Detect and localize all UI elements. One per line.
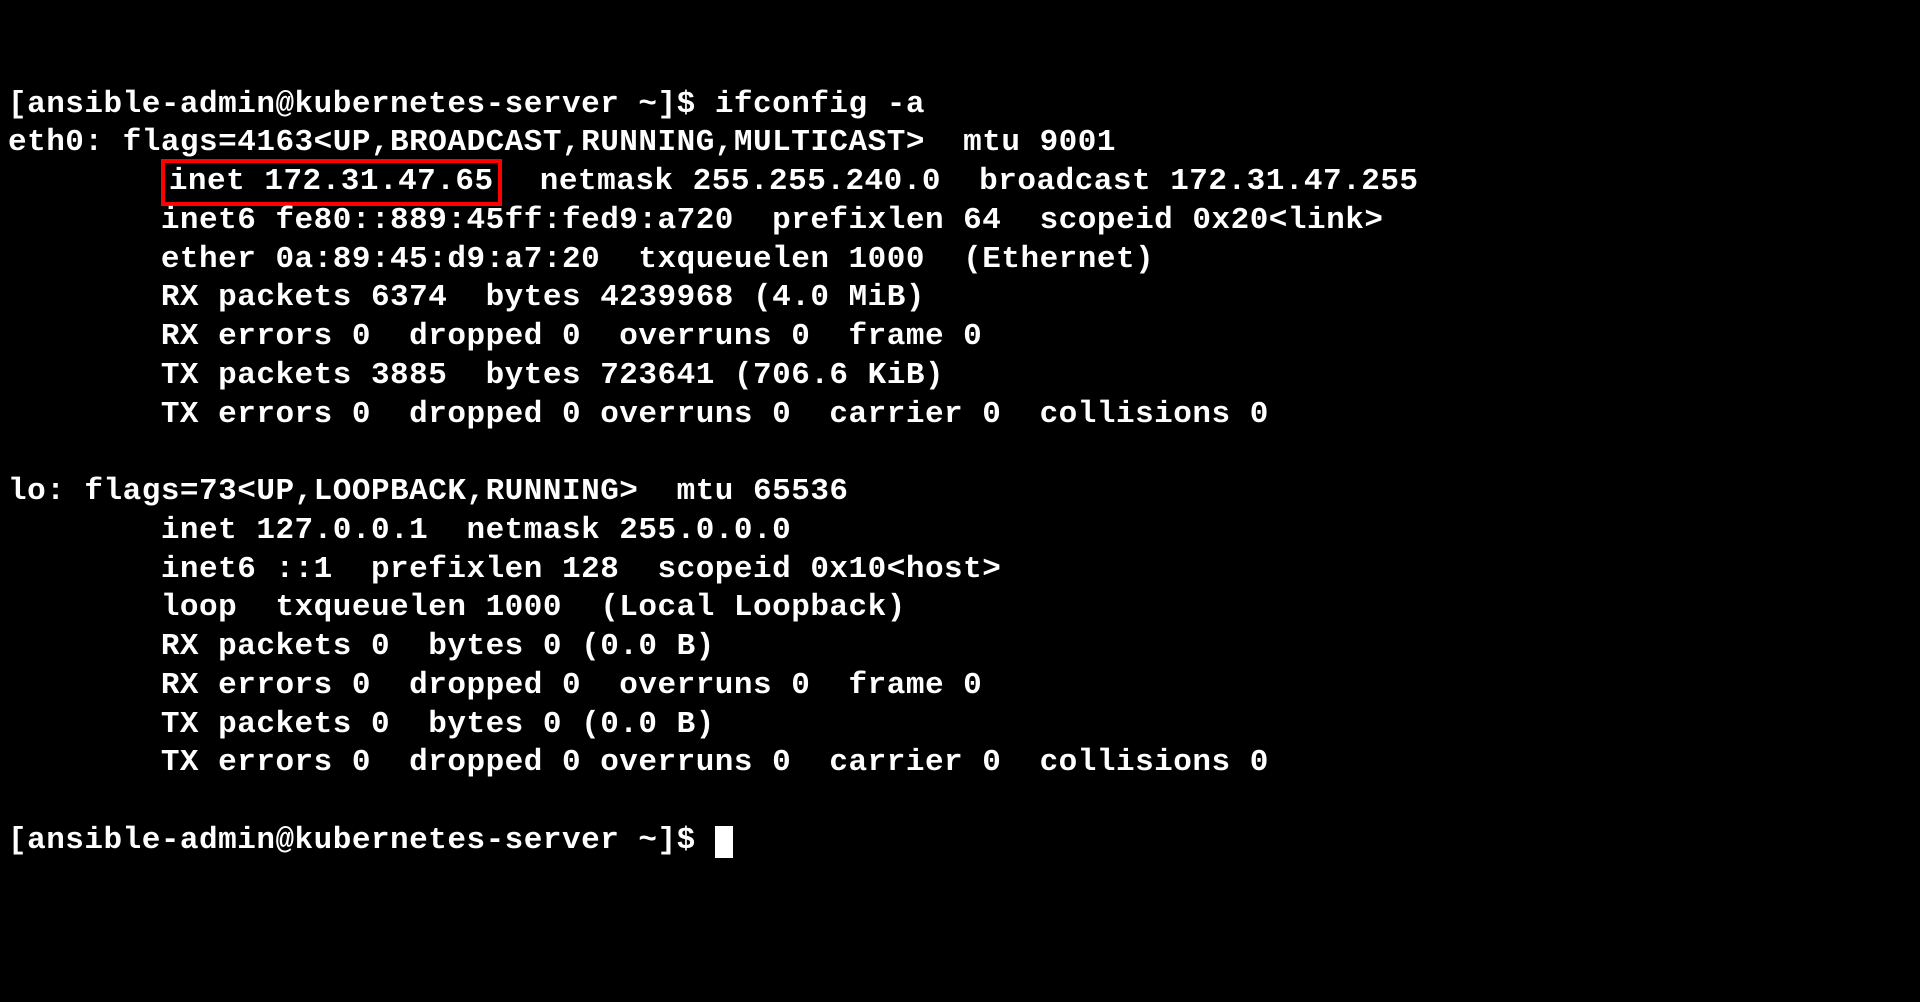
lo-rx-packets-line: RX packets 0 bytes 0 (0.0 B): [8, 629, 715, 664]
eth0-rx-errors-line: RX errors 0 dropped 0 overruns 0 frame 0: [8, 319, 982, 354]
eth0-tx-errors-line: TX errors 0 dropped 0 overruns 0 carrier…: [8, 397, 1269, 432]
eth0-ether-line: ether 0a:89:45:d9:a7:20 txqueuelen 1000 …: [8, 242, 1154, 277]
lo-loop-line: loop txqueuelen 1000 (Local Loopback): [8, 590, 906, 625]
cursor-block: [715, 826, 733, 858]
shell-prompt-2: [ansible-admin@kubernetes-server ~]$: [8, 823, 715, 858]
eth0-header-line: eth0: flags=4163<UP,BROADCAST,RUNNING,MU…: [8, 125, 1116, 160]
shell-prompt: [ansible-admin@kubernetes-server ~]$: [8, 87, 715, 122]
eth0-inet-highlight: inet 172.31.47.65: [161, 159, 502, 206]
lo-header-line: lo: flags=73<UP,LOOPBACK,RUNNING> mtu 65…: [8, 474, 849, 509]
lo-rx-errors-line: RX errors 0 dropped 0 overruns 0 frame 0: [8, 668, 982, 703]
eth0-tx-packets-line: TX packets 3885 bytes 723641 (706.6 KiB): [8, 358, 944, 393]
command-text: ifconfig -a: [715, 87, 925, 122]
lo-inet-line: inet 127.0.0.1 netmask 255.0.0.0: [8, 513, 791, 548]
eth0-inet6-line: inet6 fe80::889:45ff:fed9:a720 prefixlen…: [8, 203, 1383, 238]
indent: [8, 164, 161, 199]
terminal-output[interactable]: [ansible-admin@kubernetes-server ~]$ ifc…: [8, 86, 1912, 861]
lo-tx-packets-line: TX packets 0 bytes 0 (0.0 B): [8, 707, 715, 742]
lo-tx-errors-line: TX errors 0 dropped 0 overruns 0 carrier…: [8, 745, 1269, 780]
lo-inet6-line: inet6 ::1 prefixlen 128 scopeid 0x10<hos…: [8, 552, 1001, 587]
eth0-inet-rest: netmask 255.255.240.0 broadcast 172.31.4…: [502, 164, 1419, 199]
eth0-rx-packets-line: RX packets 6374 bytes 4239968 (4.0 MiB): [8, 280, 925, 315]
